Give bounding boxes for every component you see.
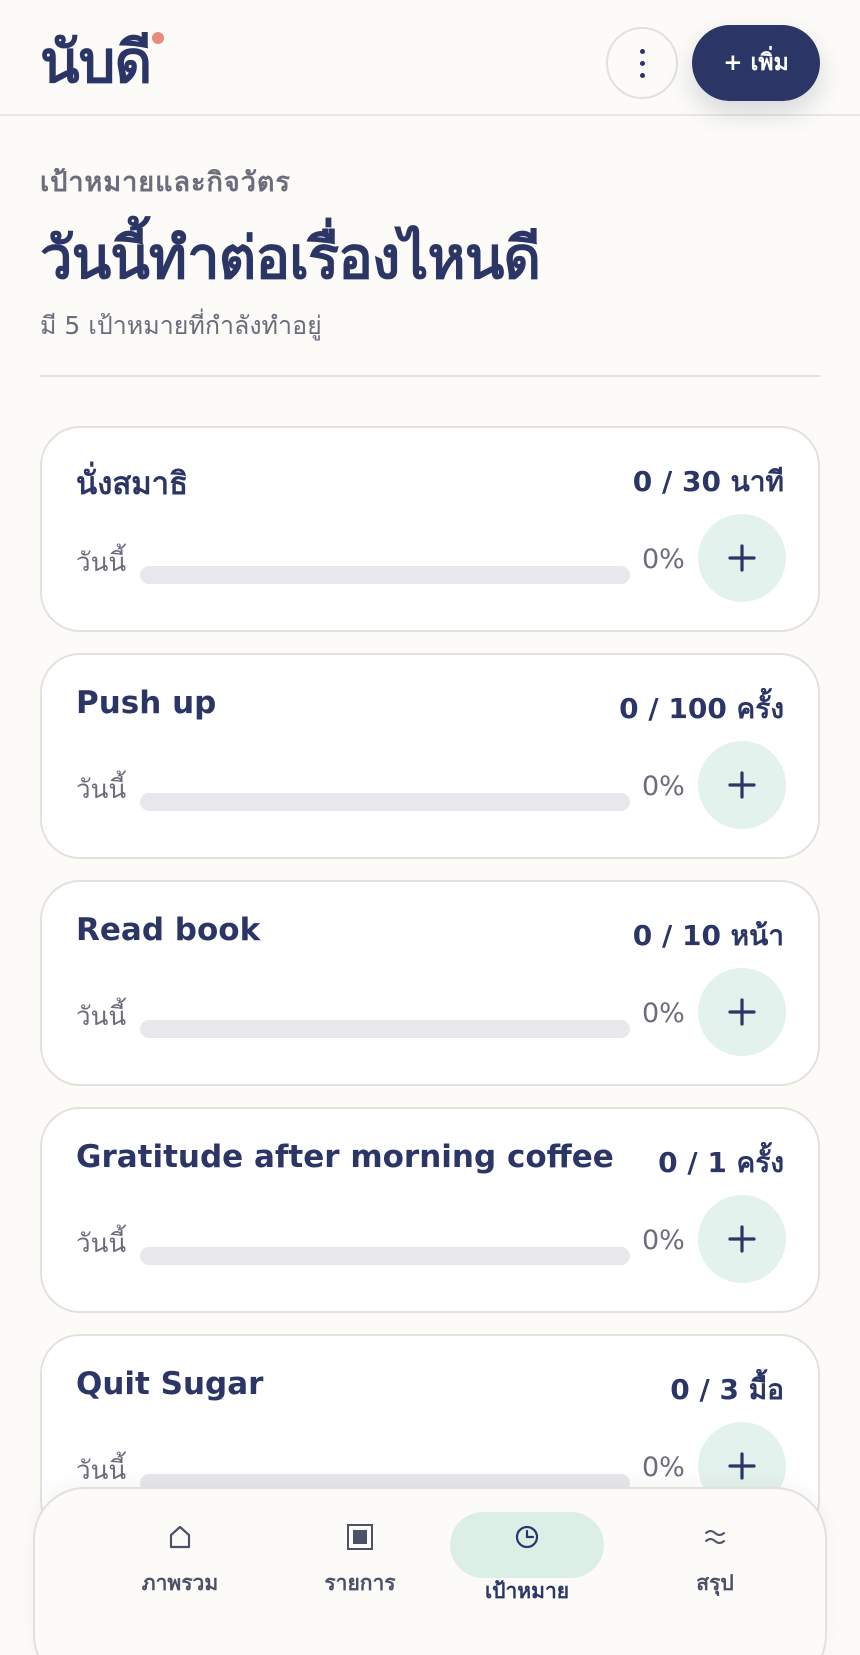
increment-button[interactable] (698, 514, 786, 602)
goal-name: Quit Sugar (76, 1366, 264, 1402)
nav-label: ภาพรวม (141, 1571, 219, 1595)
progress-bar (140, 1020, 630, 1038)
nav-label: สรุป (696, 1571, 734, 1595)
nav-item-overview[interactable]: ภาพรวม (105, 1515, 255, 1615)
bottom-navigation: ภาพรวม รายการ เป้าหมาย สรุป (33, 1487, 827, 1655)
today-label: วันนี้ (76, 775, 127, 805)
today-label: วันนี้ (76, 548, 127, 578)
goal-card[interactable]: นั่งสมาธิ 0 / 30 นาที วันนี้ 0% (40, 426, 820, 632)
nav-label: เป้าหมาย (484, 1579, 570, 1603)
goal-count: 0 / 100 ครั้ง (619, 692, 784, 725)
plus-icon (728, 544, 756, 572)
goals-screen: นับดี + เพิ่ม เป้าหมายและกิจวัตร วันนี้ท… (0, 0, 860, 1655)
divider (40, 375, 820, 377)
plus-icon (728, 998, 756, 1026)
summary-wave-icon (703, 1515, 727, 1559)
progress-percent: 0% (642, 771, 685, 802)
goal-clock-icon (514, 1515, 540, 1559)
progress-percent: 0% (642, 1452, 685, 1483)
goal-card[interactable]: Read book 0 / 10 หน้า วันนี้ 0% (40, 880, 820, 1086)
nav-item-goals[interactable]: เป้าหมาย (452, 1515, 602, 1615)
progress-bar (140, 1247, 630, 1265)
page-title: วันนี้ทำต่อเรื่องไหนดี (40, 224, 541, 292)
logo-dot (152, 32, 164, 44)
progress-percent: 0% (642, 544, 685, 575)
goal-count: 0 / 10 หน้า (632, 919, 784, 952)
goal-count: 0 / 30 นาที (632, 465, 784, 498)
app-logo: นับดี (40, 28, 152, 96)
goal-name: Read book (76, 912, 261, 948)
section-kicker: เป้าหมายและกิจวัตร (40, 167, 291, 198)
more-options-button[interactable] (606, 27, 678, 99)
progress-percent: 0% (642, 1225, 685, 1256)
goal-count-summary: มี 5 เป้าหมายที่กำลังทำอยู่ (40, 311, 322, 340)
today-label: วันนี้ (76, 1456, 127, 1486)
increment-button[interactable] (698, 1195, 786, 1283)
progress-bar (140, 793, 630, 811)
increment-button[interactable] (698, 968, 786, 1056)
plus-icon (728, 1452, 756, 1480)
goal-name: Gratitude after morning coffee (76, 1139, 614, 1175)
goal-card[interactable]: Gratitude after morning coffee 0 / 1 ครั… (40, 1107, 820, 1313)
today-label: วันนี้ (76, 1002, 127, 1032)
progress-bar (140, 566, 630, 584)
nav-label: รายการ (324, 1571, 396, 1595)
goal-name: นั่งสมาธิ (76, 466, 189, 502)
goal-card[interactable]: Push up 0 / 100 ครั้ง วันนี้ 0% (40, 653, 820, 859)
more-vertical-icon (639, 48, 645, 78)
plus-icon (728, 771, 756, 799)
progress-percent: 0% (642, 998, 685, 1029)
today-label: วันนี้ (76, 1229, 127, 1259)
nav-item-list[interactable]: รายการ (285, 1515, 435, 1615)
list-square-icon (346, 1515, 374, 1559)
goal-list: นั่งสมาธิ 0 / 30 นาที วันนี้ 0% Push up … (40, 426, 820, 1561)
goal-count: 0 / 3 มื้อ (670, 1373, 784, 1406)
nav-item-summary[interactable]: สรุป (640, 1515, 790, 1615)
add-goal-button[interactable]: + เพิ่ม (692, 25, 820, 101)
plus-icon (728, 1225, 756, 1253)
goal-count: 0 / 1 ครั้ง (658, 1146, 784, 1179)
app-header: นับดี + เพิ่ม (0, 0, 860, 116)
goal-name: Push up (76, 685, 217, 721)
home-icon (168, 1515, 192, 1559)
increment-button[interactable] (698, 741, 786, 829)
